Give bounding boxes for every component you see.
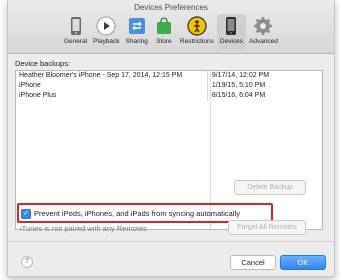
prevent-sync-checkbox[interactable]: ✓ (21, 209, 31, 219)
forget-all-remotes-button[interactable]: Forget All Remotes (228, 220, 306, 235)
list-item[interactable]: iPhone 1/19/15, 5:10 PM (16, 81, 322, 91)
devices-pane: Device backups: Heather Bloomer's iPhone… (8, 54, 334, 276)
tab-restrictions-label: Restrictions (179, 38, 214, 45)
list-item[interactable]: Heather Bloomer's iPhone - Sep 17, 2014,… (16, 71, 322, 81)
backup-date: 1/19/15, 5:10 PM (206, 81, 322, 91)
phone-general-icon (66, 16, 86, 36)
tab-restrictions[interactable]: Restrictions (177, 14, 217, 50)
footer-divider (8, 241, 334, 242)
title-bar: Devices Preferences General Playback Sha… (8, 0, 334, 54)
devices-icon (221, 16, 241, 36)
ok-button[interactable]: OK (280, 255, 326, 270)
remotes-status-text: iTunes is not paired with any Remotes (20, 224, 147, 233)
tab-store[interactable]: Store (151, 14, 177, 50)
tab-advanced[interactable]: Advanced (246, 14, 281, 50)
device-backups-label: Device backups: (15, 59, 71, 68)
backup-name: iPhone (19, 82, 41, 89)
sharing-icon (127, 16, 147, 36)
preferences-toolbar: General Playback Sharing Store Restricti… (61, 14, 281, 50)
backup-name: iPhone Plus (19, 92, 57, 99)
backup-date: 9/17/14, 12:02 PM (206, 71, 322, 81)
help-icon[interactable]: ? (21, 256, 33, 268)
store-bag-icon (154, 16, 174, 36)
delete-backup-button[interactable]: Delete Backup (234, 180, 306, 195)
cancel-button[interactable]: Cancel (230, 255, 276, 270)
backup-date: 8/15/16, 6:04 PM (206, 91, 322, 101)
gear-icon (253, 16, 273, 36)
tab-general-label: General (64, 38, 88, 45)
tab-general[interactable]: General (61, 14, 90, 50)
play-icon (96, 16, 116, 36)
restrictions-icon (187, 16, 207, 36)
prevent-sync-label: Prevent iPods, iPhones, and iPads from s… (34, 209, 240, 218)
tab-sharing-label: Sharing (125, 38, 148, 45)
window-title: Devices Preferences (134, 3, 208, 12)
tab-playback[interactable]: Playback (90, 14, 122, 50)
list-item[interactable]: iPhone Plus 8/15/16, 6:04 PM (16, 91, 322, 101)
background-left (0, 0, 7, 280)
tab-devices-label: Devices (219, 38, 243, 45)
tab-advanced-label: Advanced (249, 38, 278, 45)
backup-name: Heather Bloomer's iPhone - Sep 17, 2014,… (19, 72, 183, 79)
preferences-window: Devices Preferences General Playback Sha… (7, 0, 335, 277)
tab-playback-label: Playback (93, 38, 120, 45)
tab-devices[interactable]: Devices (216, 14, 246, 50)
tab-sharing[interactable]: Sharing (123, 14, 151, 50)
tab-store-label: Store (156, 38, 172, 45)
